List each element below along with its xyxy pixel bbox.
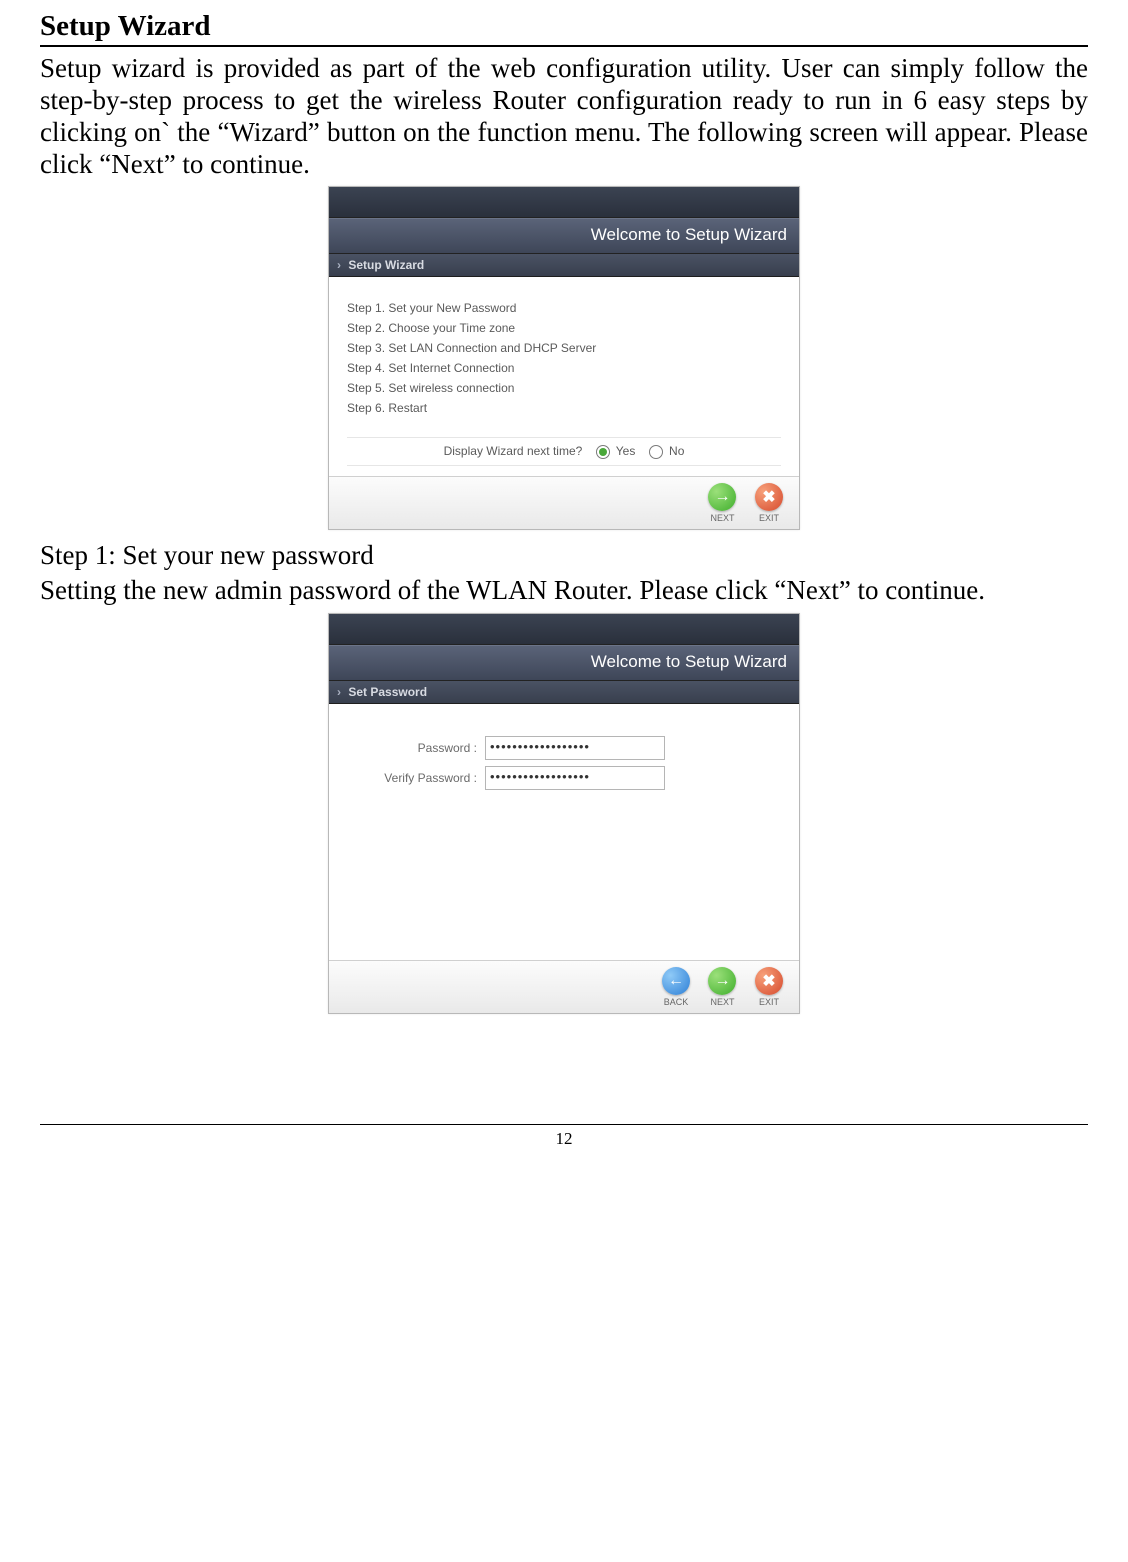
wizard-intro-screenshot: Welcome to Setup Wizard › Setup Wizard S… — [328, 186, 800, 530]
next-button-label: NEXT — [710, 513, 734, 523]
back-button[interactable]: ← BACK — [658, 967, 694, 1007]
page-number: 12 — [556, 1129, 573, 1148]
password-label: Password : — [347, 741, 485, 755]
close-icon: ✖ — [755, 483, 783, 511]
intro-paragraph: Setup wizard is provided as part of the … — [40, 53, 1088, 180]
verify-password-field[interactable]: •••••••••••••••••• — [485, 766, 665, 790]
step-line: Step 3. Set LAN Connection and DHCP Serv… — [347, 341, 781, 355]
verify-password-label: Verify Password : — [347, 771, 485, 785]
exit-button-label: EXIT — [759, 513, 779, 523]
step-1-paragraph: Setting the new admin password of the WL… — [40, 575, 1088, 607]
wizard-title-bar: Welcome to Setup Wizard — [329, 218, 799, 254]
step-line: Step 1. Set your New Password — [347, 301, 781, 315]
next-button[interactable]: → NEXT — [704, 483, 740, 523]
arrow-left-icon: ← — [662, 967, 690, 995]
exit-button[interactable]: ✖ EXIT — [751, 967, 787, 1007]
step-line: Step 6. Restart — [347, 401, 781, 415]
arrow-right-icon: → — [708, 483, 736, 511]
password-field[interactable]: •••••••••••••••••• — [485, 736, 665, 760]
display-question-label: Display Wizard next time? — [444, 444, 583, 458]
wizard-footer: ← BACK → NEXT ✖ EXIT — [329, 960, 799, 1013]
section-title: Setup Wizard — [40, 10, 1088, 47]
next-button[interactable]: → NEXT — [704, 967, 740, 1007]
exit-button[interactable]: ✖ EXIT — [751, 483, 787, 523]
wizard-footer: → NEXT ✖ EXIT — [329, 476, 799, 529]
arrow-right-icon: → — [708, 967, 736, 995]
close-icon: ✖ — [755, 967, 783, 995]
chevron-right-icon: › — [337, 685, 341, 699]
step-line: Step 2. Choose your Time zone — [347, 321, 781, 335]
step-line: Step 5. Set wireless connection — [347, 381, 781, 395]
page-footer: 12 — [40, 1124, 1088, 1149]
radio-yes[interactable] — [596, 445, 610, 459]
breadcrumb-label: Setup Wizard — [348, 258, 424, 272]
password-row: Password : •••••••••••••••••• — [347, 736, 781, 760]
breadcrumb-label: Set Password — [348, 685, 427, 699]
next-button-label: NEXT — [710, 997, 734, 1007]
breadcrumb: › Setup Wizard — [329, 254, 799, 277]
step-line: Step 4. Set Internet Connection — [347, 361, 781, 375]
wizard-step-list: Step 1. Set your New Password Step 2. Ch… — [329, 277, 799, 476]
breadcrumb: › Set Password — [329, 681, 799, 704]
figure-2-wrap: Welcome to Setup Wizard › Set Password P… — [40, 613, 1088, 1014]
wizard-title-bar: Welcome to Setup Wizard — [329, 645, 799, 681]
window-top-bar — [329, 614, 799, 645]
exit-button-label: EXIT — [759, 997, 779, 1007]
password-form: Password : •••••••••••••••••• Verify Pas… — [329, 704, 799, 960]
radio-no-label: No — [669, 444, 684, 458]
set-password-screenshot: Welcome to Setup Wizard › Set Password P… — [328, 613, 800, 1014]
verify-password-row: Verify Password : •••••••••••••••••• — [347, 766, 781, 790]
figure-1-wrap: Welcome to Setup Wizard › Setup Wizard S… — [40, 186, 1088, 530]
window-top-bar — [329, 187, 799, 218]
back-button-label: BACK — [664, 997, 689, 1007]
radio-no[interactable] — [649, 445, 663, 459]
display-next-time-row: Display Wizard next time? Yes No — [347, 437, 781, 466]
chevron-right-icon: › — [337, 258, 341, 272]
radio-yes-label: Yes — [616, 444, 636, 458]
step-1-heading: Step 1: Set your new password — [40, 540, 1088, 571]
